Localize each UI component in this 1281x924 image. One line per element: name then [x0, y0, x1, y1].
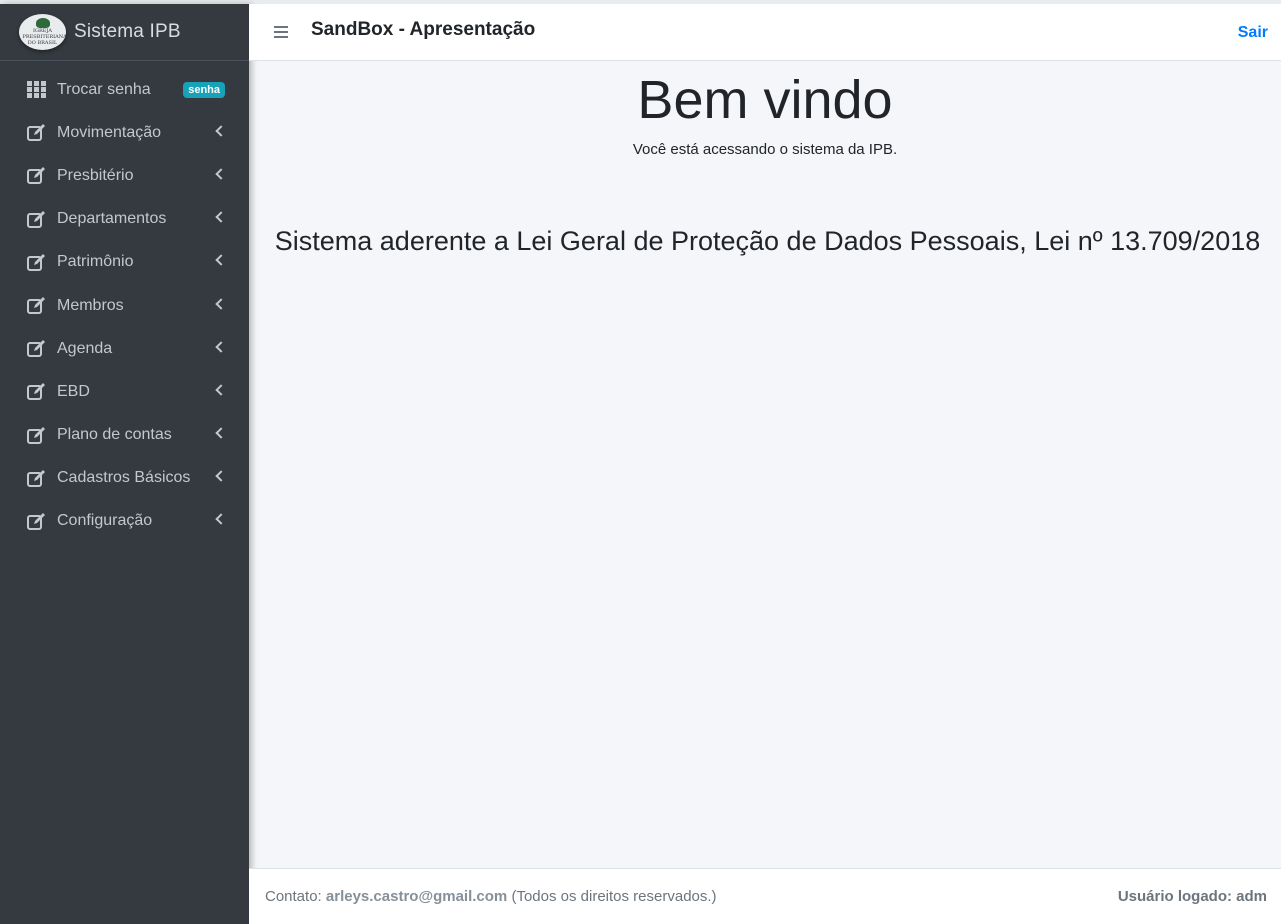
edit-icon	[27, 210, 46, 229]
edit-icon	[27, 382, 46, 401]
sidebar: IGREJA PRESBITERIANA DO BRASIL Sistema I…	[0, 4, 249, 924]
edit-icon	[27, 339, 46, 358]
senha-badge: senha	[183, 81, 225, 98]
sidebar-item-presbiterio[interactable]: Presbitério	[0, 154, 249, 197]
page-title: SandBox - Apresentação	[311, 19, 536, 40]
sidebar-item-movimentacao[interactable]: Movimentação	[0, 111, 249, 154]
logged-user-label: Usuário logado:	[1117, 888, 1232, 905]
sidebar-item-patrimonio[interactable]: Patrimônio	[0, 241, 249, 284]
sidebar-item-label: EBD	[57, 382, 90, 400]
sidebar-item-agenda[interactable]: Agenda	[0, 327, 249, 370]
chevron-left-icon	[215, 297, 227, 310]
sidebar-menu: Trocar senha senha Movimentação Presbité…	[0, 61, 249, 543]
sidebar-item-label: Trocar senha	[57, 80, 151, 98]
chevron-left-icon	[215, 341, 227, 353]
chevron-left-icon	[215, 427, 227, 439]
lgpd-notice: Sistema aderente a Lei Geral de Proteção…	[274, 226, 1261, 256]
chevron-left-icon	[215, 470, 227, 482]
footer: Contato: arleys.castro@gmail.com (Todos …	[249, 868, 1281, 924]
contact-label: Contato:	[265, 888, 322, 905]
sidebar-item-label: Patrimônio	[57, 253, 134, 271]
logged-user-name: adm	[1236, 888, 1267, 905]
edit-icon	[27, 253, 46, 272]
logged-user: Usuário logado: adm	[1118, 888, 1267, 905]
chevron-left-icon	[215, 384, 227, 396]
chevron-left-icon	[215, 168, 227, 180]
sidebar-item-trocar-senha[interactable]: Trocar senha senha	[0, 68, 249, 111]
sidebar-item-cadastros-basicos[interactable]: Cadastros Básicos	[0, 457, 249, 500]
top-navbar: SandBox - Apresentação Sair	[249, 4, 1281, 61]
logo-text: IGREJA PRESBITERIANA DO BRASIL	[22, 28, 67, 46]
chevron-left-icon	[215, 211, 227, 223]
edit-icon	[27, 426, 46, 445]
chevron-left-icon	[215, 254, 227, 267]
sidebar-item-label: Plano de contas	[57, 426, 172, 444]
sidebar-item-plano-de-contas[interactable]: Plano de contas	[0, 414, 249, 457]
welcome-subtitle: Você está acessando o sistema da IPB.	[632, 141, 898, 158]
sidebar-item-label: Configuração	[57, 512, 153, 530]
sidebar-item-label: Departamentos	[57, 210, 167, 228]
edit-icon	[27, 512, 46, 531]
contact-email-link[interactable]: arleys.castro@gmail.com	[326, 888, 507, 905]
brand-name: Sistema IPB	[74, 21, 181, 42]
ipb-logo: IGREJA PRESBITERIANA DO BRASIL	[19, 14, 66, 50]
sidebar-item-configuracao[interactable]: Configuração	[0, 500, 249, 543]
sidebar-item-label: Agenda	[57, 339, 113, 357]
tree-icon	[35, 18, 50, 28]
edit-icon	[27, 469, 46, 488]
sidebar-item-membros[interactable]: Membros	[0, 284, 249, 327]
sidebar-item-label: Presbitério	[57, 166, 134, 184]
main-content: Bem vindo Você está acessando o sistema …	[249, 61, 1281, 868]
brand-link[interactable]: IGREJA PRESBITERIANA DO BRASIL Sistema I…	[0, 4, 249, 61]
sidebar-item-departamentos[interactable]: Departamentos	[0, 198, 249, 241]
welcome-heading: Bem vindo	[637, 70, 893, 130]
edit-icon	[27, 166, 46, 185]
edit-icon	[27, 123, 46, 142]
logout-link[interactable]: Sair	[1238, 24, 1268, 42]
chevron-left-icon	[215, 513, 227, 526]
rights-text: (Todos os direitos reservados.)	[511, 888, 717, 905]
grid-icon	[27, 80, 46, 99]
sidebar-item-label: Membros	[57, 296, 124, 314]
sidebar-item-ebd[interactable]: EBD	[0, 370, 249, 413]
sidebar-item-label: Movimentação	[57, 123, 162, 141]
edit-icon	[27, 296, 46, 315]
footer-contact: Contato: arleys.castro@gmail.com (Todos …	[265, 888, 717, 905]
menu-toggle-icon[interactable]	[274, 26, 288, 38]
chevron-left-icon	[215, 125, 227, 137]
sidebar-item-label: Cadastros Básicos	[57, 469, 191, 487]
